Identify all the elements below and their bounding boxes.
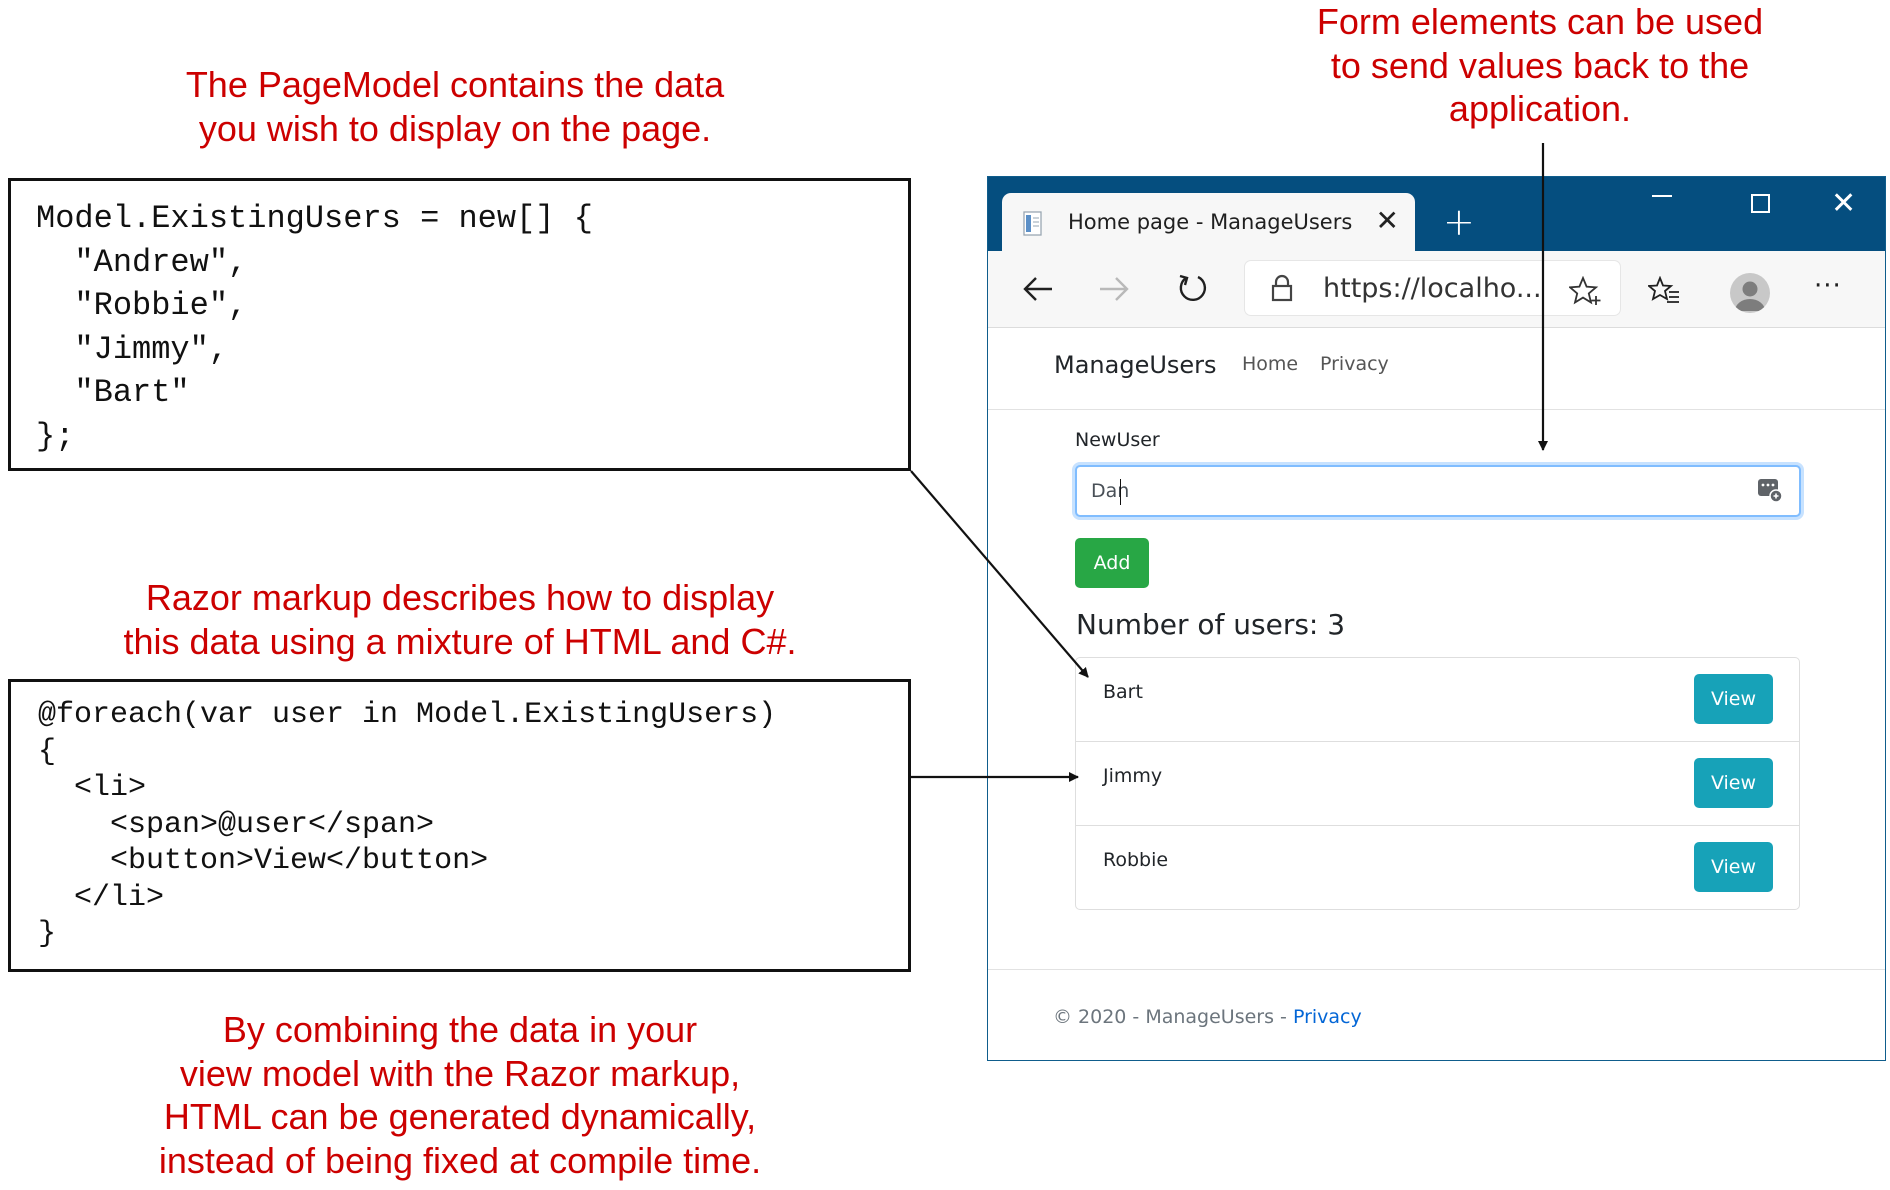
connector-arrows	[910, 143, 1548, 782]
arrow-model-to-list	[910, 470, 1089, 678]
